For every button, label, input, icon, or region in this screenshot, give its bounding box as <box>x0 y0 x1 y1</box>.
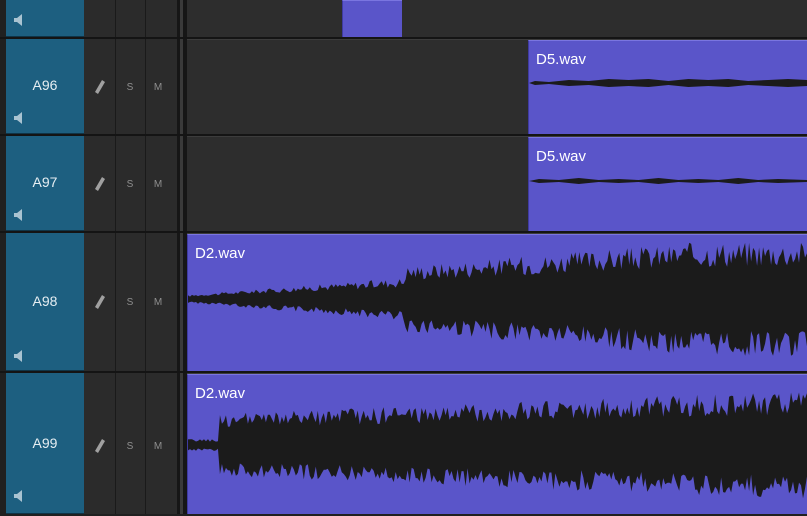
gutter-divider[interactable] <box>180 0 183 37</box>
audio-clip-a96[interactable]: D5.wav <box>528 40 807 134</box>
solo-button[interactable]: S <box>123 82 137 93</box>
mute-button[interactable]: M <box>151 82 165 93</box>
track-header-top[interactable] <box>6 0 84 37</box>
speaker-icon[interactable] <box>14 14 24 26</box>
lane-a96[interactable]: D5.wav <box>187 39 807 134</box>
track-top <box>0 0 807 37</box>
mute-button[interactable]: M <box>151 441 165 452</box>
gutter-divider[interactable] <box>180 373 183 514</box>
audio-clip-a98[interactable]: D2.wav <box>187 234 807 371</box>
track-header-a96[interactable]: A96 <box>6 39 84 134</box>
speaker-icon[interactable] <box>14 112 24 124</box>
waveform <box>188 242 807 356</box>
track-a96: A96 S M D5.wav <box>0 39 807 134</box>
track-controls-a96: S M <box>84 39 177 134</box>
track-name-a97: A97 <box>32 174 58 190</box>
track-a98: A98 S M D2.wav <box>0 233 807 371</box>
mute-button[interactable]: M <box>151 179 165 190</box>
waveform <box>529 79 807 87</box>
clip-label: D5.wav <box>536 51 587 68</box>
waveform <box>188 392 807 499</box>
solo-button[interactable]: S <box>123 297 137 308</box>
lane-top[interactable] <box>187 0 807 37</box>
track-name-a99: A99 <box>32 435 58 451</box>
solo-button[interactable]: S <box>123 441 137 452</box>
audio-clip-a97[interactable]: D5.wav <box>528 137 807 231</box>
clip-top[interactable] <box>342 0 402 37</box>
gutter-divider[interactable] <box>180 136 183 231</box>
track-header-a97[interactable]: A97 <box>6 136 84 231</box>
mute-button[interactable]: M <box>151 297 165 308</box>
clip-label: D5.wav <box>536 148 587 165</box>
speaker-icon[interactable] <box>14 490 24 502</box>
audio-clip-a99[interactable]: D2.wav <box>187 374 807 514</box>
lane-a98[interactable]: D2.wav <box>187 233 807 371</box>
lane-a99[interactable]: D2.wav <box>187 373 807 514</box>
track-controls-a98: S M <box>84 233 177 371</box>
track-name-a96: A96 <box>32 77 58 93</box>
track-name-a98: A98 <box>32 293 58 309</box>
track-a99: A99 S M D2.wav <box>0 373 807 514</box>
pencil-icon[interactable] <box>95 439 105 453</box>
track-header-a98[interactable]: A98 <box>6 233 84 371</box>
speaker-icon[interactable] <box>14 350 24 362</box>
speaker-icon[interactable] <box>14 209 24 221</box>
gutter-divider[interactable] <box>180 233 183 371</box>
solo-button[interactable]: S <box>123 179 137 190</box>
gutter-divider[interactable] <box>180 39 183 134</box>
pencil-icon[interactable] <box>95 80 105 94</box>
track-a97: A97 S M D5.wav <box>0 136 807 231</box>
track-controls-top <box>84 0 177 37</box>
track-header-a99[interactable]: A99 <box>6 373 84 514</box>
pencil-icon[interactable] <box>95 177 105 191</box>
track-controls-a97: S M <box>84 136 177 231</box>
lane-a97[interactable]: D5.wav <box>187 136 807 231</box>
pencil-icon[interactable] <box>95 295 105 309</box>
waveform <box>529 178 807 184</box>
track-controls-a99: S M <box>84 373 177 514</box>
